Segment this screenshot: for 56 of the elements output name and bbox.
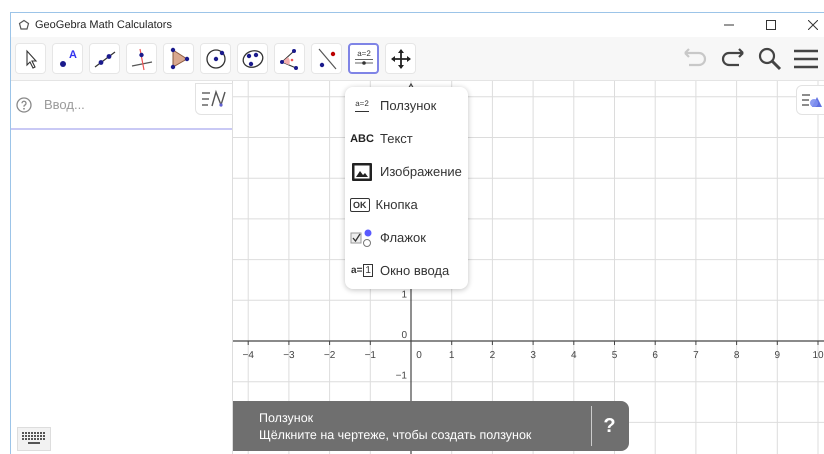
reflect-tool-button[interactable] (311, 43, 342, 74)
axis-label: −2 (324, 350, 336, 361)
menu-icon[interactable] (794, 48, 818, 68)
circle-tool-button[interactable] (200, 43, 231, 74)
polygon-tool-button[interactable] (163, 43, 194, 74)
close-icon[interactable] (808, 20, 818, 30)
algebra-style-button[interactable] (195, 83, 233, 115)
graph-lines-icon (201, 89, 227, 109)
line-tool-button[interactable] (89, 43, 120, 74)
menu-item[interactable]: Изображение (345, 155, 468, 188)
keyboard-icon (22, 432, 46, 446)
circle-icon (204, 46, 228, 70)
axis-label: 2 (490, 350, 496, 361)
logo-icon (18, 19, 30, 31)
axis-label: 4 (571, 350, 577, 361)
axis-label: 3 (530, 350, 536, 361)
perpendicular-tool-button[interactable] (126, 43, 157, 74)
angle-tool-button[interactable] (274, 43, 305, 74)
menu-item[interactable]: a= 1 Окно ввода (345, 254, 468, 287)
axis-label: 6 (652, 350, 658, 361)
input-field[interactable]: Ввод... (42, 96, 176, 113)
help-button[interactable]: ? (591, 406, 627, 446)
axis-label: −1 (364, 350, 376, 361)
axis-label: 5 (612, 350, 618, 361)
axis-label: −4 (242, 350, 254, 361)
maximize-icon[interactable] (766, 20, 776, 30)
toast-message: Щёлкните на чертеже, чтобы создать ползунок (259, 428, 532, 442)
toast-title: Ползунок (259, 410, 314, 424)
menu-item[interactable]: Флажок (345, 221, 468, 254)
graphics-style-button[interactable] (796, 85, 824, 115)
axis-label: 1 (401, 289, 407, 300)
axis-label: 0 (416, 350, 422, 361)
axis-label: 8 (734, 350, 740, 361)
search-icon[interactable] (758, 46, 782, 70)
axis-label: 9 (774, 350, 780, 361)
axis-label: 1 (448, 350, 454, 361)
move-tool-button[interactable] (15, 43, 46, 74)
axis-label: 7 (693, 350, 699, 361)
menu-item[interactable]: a=2 Ползунок (345, 89, 468, 122)
axis-label: −1 (396, 370, 407, 382)
keyboard-button[interactable] (17, 427, 51, 451)
perpendicular-icon (130, 46, 154, 70)
axis-label: 0 (401, 330, 407, 341)
image-icon (350, 162, 374, 182)
menu-item[interactable]: OK Кнопка (345, 188, 468, 221)
text-icon: ABC (350, 132, 374, 144)
help-icon[interactable] (16, 96, 32, 112)
button-icon: OK (350, 198, 370, 212)
window-title: GeoGebra Math Calculators (35, 19, 172, 31)
axis-label: 10 (812, 350, 824, 361)
pan-icon (388, 46, 412, 70)
pan-tool-button[interactable] (385, 43, 416, 74)
checkbox-icon (350, 228, 374, 248)
axis-label: −3 (283, 350, 295, 361)
ellipse-tool-button[interactable] (237, 43, 268, 74)
menu-item[interactable]: ABC Текст (345, 122, 468, 155)
